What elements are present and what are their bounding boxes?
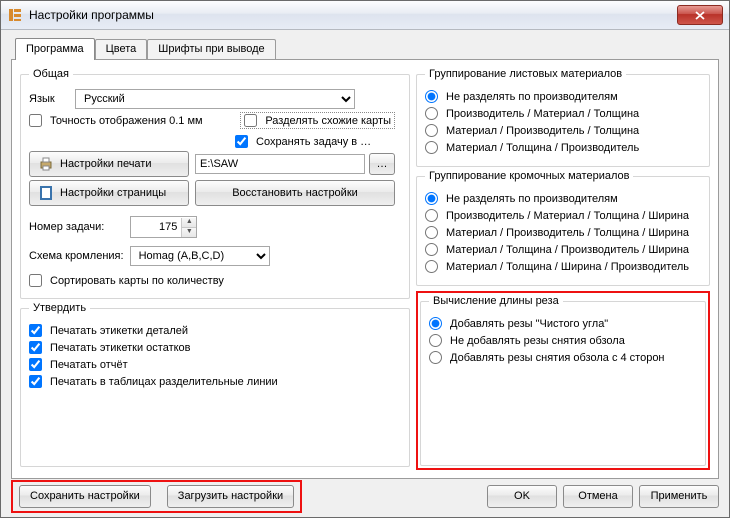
- browse-path-button[interactable]: …: [369, 153, 395, 175]
- app-icon: [7, 7, 23, 23]
- precision-checkbox-label[interactable]: Точность отображения 0.1 мм: [29, 114, 203, 127]
- print-offcut-labels[interactable]: Печатать этикетки остатков: [29, 341, 191, 354]
- precision-checkbox[interactable]: [29, 114, 42, 127]
- group-confirm: Утвердить Печатать этикетки деталей Печа…: [20, 302, 410, 467]
- tab-strip: Программа Цвета Шрифты при выводе: [11, 37, 719, 59]
- cut-opt-2[interactable]: Не добавлять резы снятия обзола: [429, 334, 625, 347]
- close-button[interactable]: [677, 5, 723, 25]
- group-cut-length: Вычисление длины реза Добавлять резы "Чи…: [420, 295, 706, 466]
- bottom-bar: Сохранить настройки Загрузить настройки …: [11, 483, 719, 509]
- task-number-label: Номер задачи:: [29, 221, 104, 233]
- group-edge-grouping: Группирование кромочных материалов Не ра…: [416, 170, 710, 286]
- settings-dialog: Настройки программы Программа Цвета Шриф…: [0, 0, 730, 518]
- sheet-opt-3[interactable]: Материал / Производитель / Толщина: [425, 124, 639, 137]
- sheet-opt-2[interactable]: Производитель / Материал / Толщина: [425, 107, 639, 120]
- edge-opt-4[interactable]: Материал / Толщина / Производитель / Шир…: [425, 243, 689, 256]
- group-general: Общая Язык Русский Точность отображения …: [20, 68, 410, 299]
- save-settings-button[interactable]: Сохранить настройки: [19, 485, 151, 508]
- close-icon: [695, 11, 705, 20]
- print-report[interactable]: Печатать отчёт: [29, 358, 128, 371]
- tab-colors[interactable]: Цвета: [95, 39, 148, 59]
- apply-button[interactable]: Применить: [639, 485, 719, 508]
- edge-opt-2[interactable]: Производитель / Материал / Толщина / Шир…: [425, 209, 689, 222]
- save-task-checkbox-label[interactable]: Сохранять задачу в …: [235, 135, 395, 148]
- title-bar: Настройки программы: [1, 1, 729, 30]
- edge-scheme-select[interactable]: Homag (A,B,C,D): [130, 246, 270, 266]
- sheet-opt-4[interactable]: Материал / Толщина / Производитель: [425, 141, 639, 154]
- cut-opt-3[interactable]: Добавлять резы снятия обзола с 4 сторон: [429, 351, 665, 364]
- sort-maps-checkbox-label[interactable]: Сортировать карты по количеству: [29, 274, 224, 287]
- group-edge-grouping-legend: Группирование кромочных материалов: [425, 170, 633, 182]
- print-dividers[interactable]: Печатать в таблицах разделительные линии: [29, 375, 278, 388]
- tab-panel-program: Общая Язык Русский Точность отображения …: [11, 59, 719, 479]
- print-settings-button[interactable]: Настройки печати: [29, 151, 189, 177]
- task-number-input[interactable]: [131, 217, 181, 237]
- group-sheet-grouping: Группирование листовых материалов Не раз…: [416, 68, 710, 167]
- edge-opt-1[interactable]: Не разделять по производителям: [425, 192, 618, 205]
- restore-settings-button[interactable]: Восстановить настройки: [195, 180, 395, 206]
- group-sheet-grouping-legend: Группирование листовых материалов: [425, 68, 626, 80]
- highlight-cut-length: Вычисление длины реза Добавлять резы "Чи…: [416, 291, 710, 470]
- page-settings-button[interactable]: Настройки страницы: [29, 180, 189, 206]
- highlight-save-load: Сохранить настройки Загрузить настройки: [11, 480, 302, 513]
- load-settings-button[interactable]: Загрузить настройки: [167, 485, 294, 508]
- split-maps-checkbox[interactable]: [244, 114, 257, 127]
- split-maps-checkbox-label[interactable]: Разделять схожие карты: [240, 112, 395, 129]
- print-part-labels[interactable]: Печатать этикетки деталей: [29, 324, 188, 337]
- tab-program[interactable]: Программа: [15, 38, 95, 60]
- spin-down[interactable]: ▼: [181, 228, 196, 237]
- cut-opt-1[interactable]: Добавлять резы "Чистого угла": [429, 317, 608, 330]
- save-task-checkbox[interactable]: [235, 135, 248, 148]
- group-cut-length-legend: Вычисление длины реза: [429, 295, 563, 307]
- cancel-button[interactable]: Отмена: [563, 485, 633, 508]
- save-path-input[interactable]: [195, 154, 365, 174]
- page-icon: [38, 185, 54, 201]
- tab-fonts[interactable]: Шрифты при выводе: [147, 39, 275, 59]
- ok-button[interactable]: OK: [487, 485, 557, 508]
- printer-icon: [38, 156, 54, 172]
- language-label: Язык: [29, 93, 69, 105]
- sheet-opt-1[interactable]: Не разделять по производителям: [425, 90, 618, 103]
- window-title: Настройки программы: [29, 8, 677, 22]
- edge-scheme-label: Схема кромления:: [29, 250, 124, 262]
- group-confirm-legend: Утвердить: [29, 302, 90, 314]
- edge-opt-5[interactable]: Материал / Толщина / Ширина / Производит…: [425, 260, 689, 273]
- group-general-legend: Общая: [29, 68, 73, 80]
- language-select[interactable]: Русский: [75, 89, 355, 109]
- spin-up[interactable]: ▲: [181, 218, 196, 228]
- task-number-spinner[interactable]: ▲ ▼: [130, 216, 197, 238]
- sort-maps-checkbox[interactable]: [29, 274, 42, 287]
- edge-opt-3[interactable]: Материал / Производитель / Толщина / Шир…: [425, 226, 689, 239]
